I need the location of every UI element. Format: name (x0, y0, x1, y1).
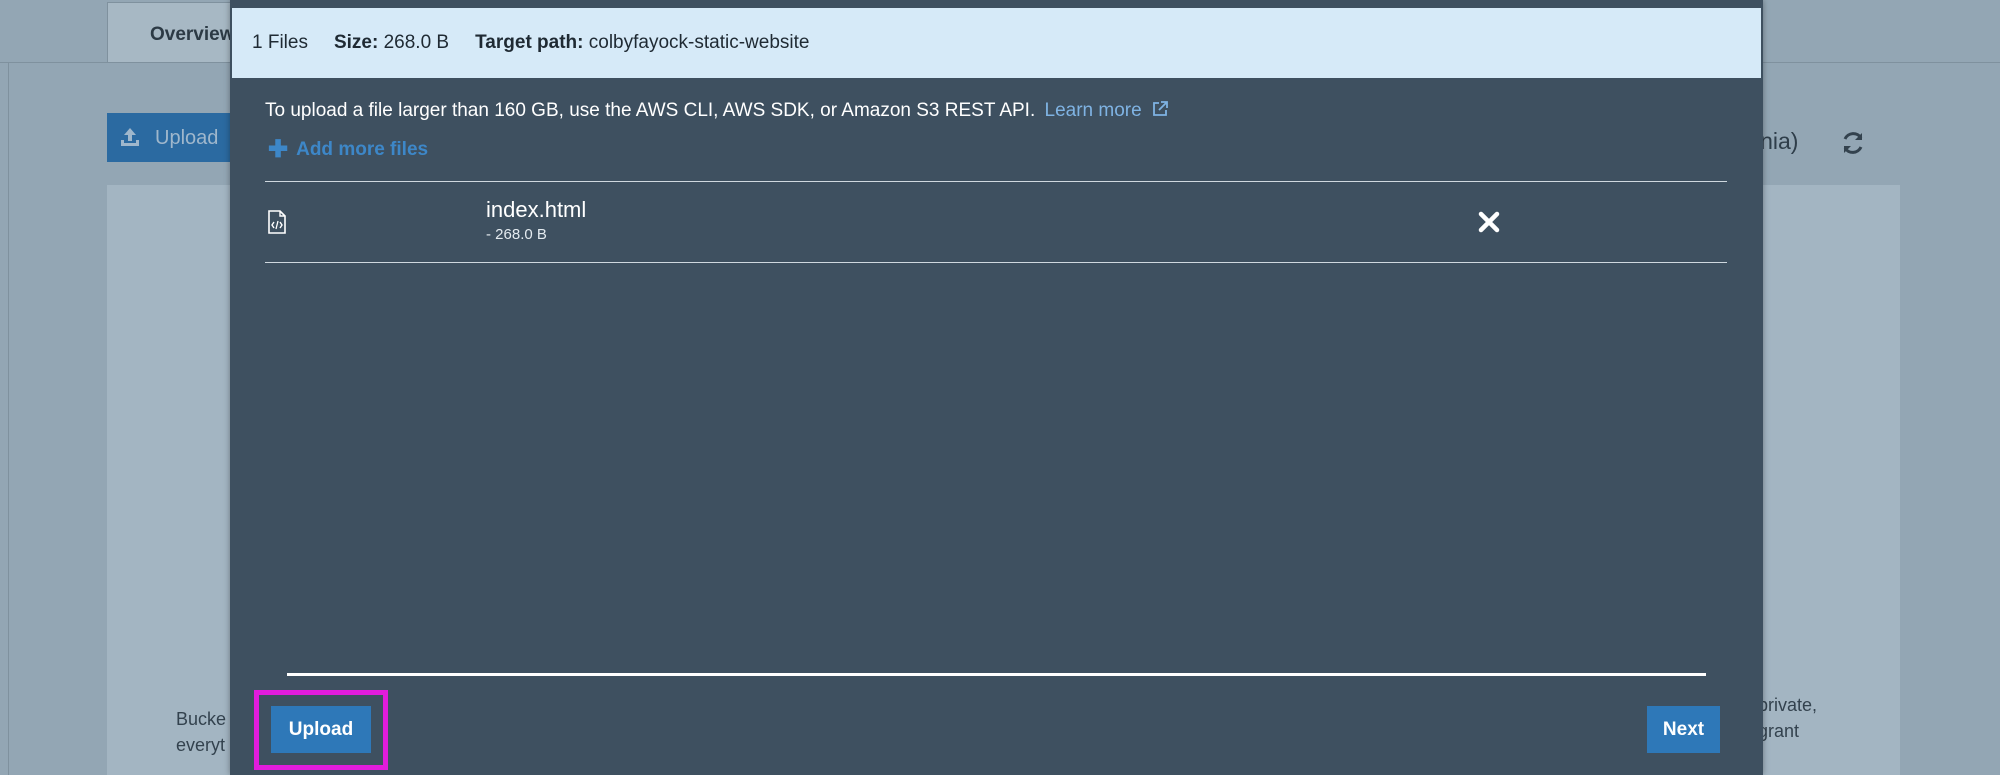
upload-dialog: 1 Files Size: 268.0 B Target path: colby… (230, 0, 1763, 775)
learn-more-label: Learn more (1044, 100, 1142, 121)
files-count: 1 Files (252, 32, 308, 53)
background-text-line: everyt (176, 735, 226, 755)
dialog-top-strip (230, 0, 1763, 8)
target-path: Target path: colbyfayock-static-website (475, 32, 809, 54)
background-upload-label: Upload (155, 127, 219, 149)
upload-icon (121, 128, 139, 146)
background-upload-button[interactable]: Upload (107, 113, 237, 162)
learn-more-link[interactable]: Learn more (1045, 100, 1169, 121)
background-text-line: private, (1758, 695, 1818, 715)
code-file-icon (268, 210, 286, 234)
add-more-files-label: Add more files (296, 139, 429, 160)
upload-button[interactable]: Upload (271, 706, 371, 753)
target-path-value: colbyfayock-static-website (588, 32, 810, 53)
large-file-info: To upload a file larger than 160 GB, use… (265, 100, 1169, 122)
tab-overview-label: Overview (150, 24, 235, 45)
target-path-label: Target path: (475, 32, 584, 53)
external-link-icon (1153, 101, 1168, 116)
total-size: Size: 268.0 B (334, 32, 449, 54)
refresh-icon[interactable] (1840, 130, 1866, 156)
size-value: 268.0 B (383, 32, 450, 53)
next-button[interactable]: Next (1647, 706, 1720, 753)
file-list: index.html - 268.0 B (265, 181, 1727, 263)
add-more-files-button[interactable]: ✚ Add more files (268, 138, 428, 162)
file-name: index.html (486, 197, 587, 222)
background-text-line: Bucke (176, 709, 227, 729)
file-size: - 268.0 B (486, 226, 547, 243)
remove-file-icon[interactable] (1477, 210, 1501, 234)
dialog-divider (287, 673, 1706, 676)
plus-icon: ✚ (268, 136, 289, 163)
large-file-info-text: To upload a file larger than 160 GB, use… (265, 100, 1036, 121)
tab-overview[interactable]: Overview (107, 2, 247, 62)
upload-summary-bar: 1 Files Size: 268.0 B Target path: colby… (232, 8, 1761, 78)
background-text-right: private, grant (1758, 692, 1817, 744)
background-text-line: grant (1758, 721, 1800, 741)
background-text-left: Bucke everyt (176, 706, 226, 758)
size-label: Size: (333, 32, 379, 53)
page-border-line (8, 0, 9, 775)
